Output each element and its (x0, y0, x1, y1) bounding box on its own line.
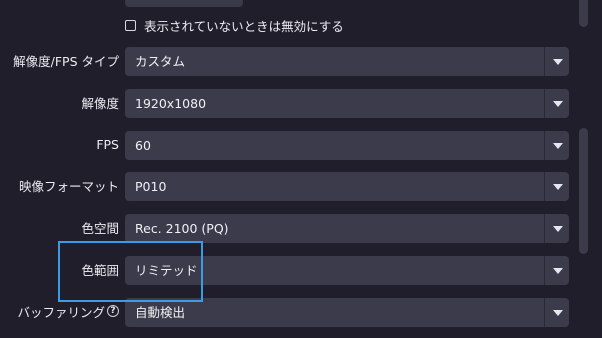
color-space-label: 色空間 (81, 214, 119, 240)
fps-select[interactable]: 60 (125, 131, 569, 160)
properties-panel: 表示されていないときは無効にする 解像度/FPS タイプ カスタム 解像度 19… (0, 0, 602, 338)
buffering-label-text: バッファリング (17, 304, 105, 320)
highlight-annotation (58, 241, 203, 302)
disable-when-hidden-label: 表示されていないときは無効にする (144, 18, 344, 34)
select-divider (544, 298, 545, 327)
disable-when-hidden-checkbox[interactable] (125, 19, 136, 31)
resolution-fps-type-value: カスタム (135, 54, 186, 69)
buffering-value: 自動検出 (135, 305, 186, 320)
resolution-label-text: 解像度 (81, 95, 119, 111)
fps-value: 60 (135, 138, 151, 153)
select-divider (544, 256, 545, 285)
select-divider (544, 131, 545, 160)
chevron-down-icon[interactable] (553, 143, 563, 149)
select-divider (544, 89, 545, 118)
video-format-value: P010 (135, 179, 167, 194)
scrollbar-thumb-partial[interactable] (579, 0, 588, 27)
resolution-select[interactable]: 1920x1080 (125, 89, 569, 118)
resolution-fps-type-select[interactable]: カスタム (125, 47, 569, 76)
resolution-value: 1920x1080 (135, 96, 207, 111)
color-space-select[interactable]: Rec. 2100 (PQ) (125, 214, 569, 243)
fps-label-text: FPS (96, 136, 119, 152)
select-divider (544, 172, 545, 201)
partial-dropdown-top[interactable] (125, 0, 243, 7)
fps-label: FPS (96, 131, 119, 157)
resolution-fps-type-label-text: 解像度/FPS タイプ (13, 53, 119, 69)
select-divider (544, 214, 545, 243)
resolution-label: 解像度 (81, 89, 119, 115)
chevron-down-icon[interactable] (553, 101, 563, 107)
color-space-value: Rec. 2100 (PQ) (135, 221, 229, 236)
scrollbar-thumb[interactable] (579, 128, 588, 254)
select-divider (544, 47, 545, 76)
chevron-down-icon[interactable] (553, 59, 563, 65)
video-format-label-text: 映像フォーマット (18, 178, 119, 194)
chevron-down-icon[interactable] (553, 184, 563, 190)
chevron-down-icon[interactable] (553, 310, 563, 316)
chevron-down-icon[interactable] (553, 268, 563, 274)
chevron-down-icon[interactable] (553, 226, 563, 232)
help-icon[interactable]: ? (107, 305, 119, 317)
video-format-label: 映像フォーマット (19, 172, 119, 198)
buffering-select[interactable]: 自動検出 (125, 298, 569, 327)
resolution-fps-type-label: 解像度/FPS タイプ (13, 47, 119, 73)
video-format-select[interactable]: P010 (125, 172, 569, 201)
color-space-label-text: 色空間 (81, 220, 119, 236)
disable-when-hidden-checkbox-row[interactable]: 表示されていないときは無効にする (125, 15, 344, 35)
